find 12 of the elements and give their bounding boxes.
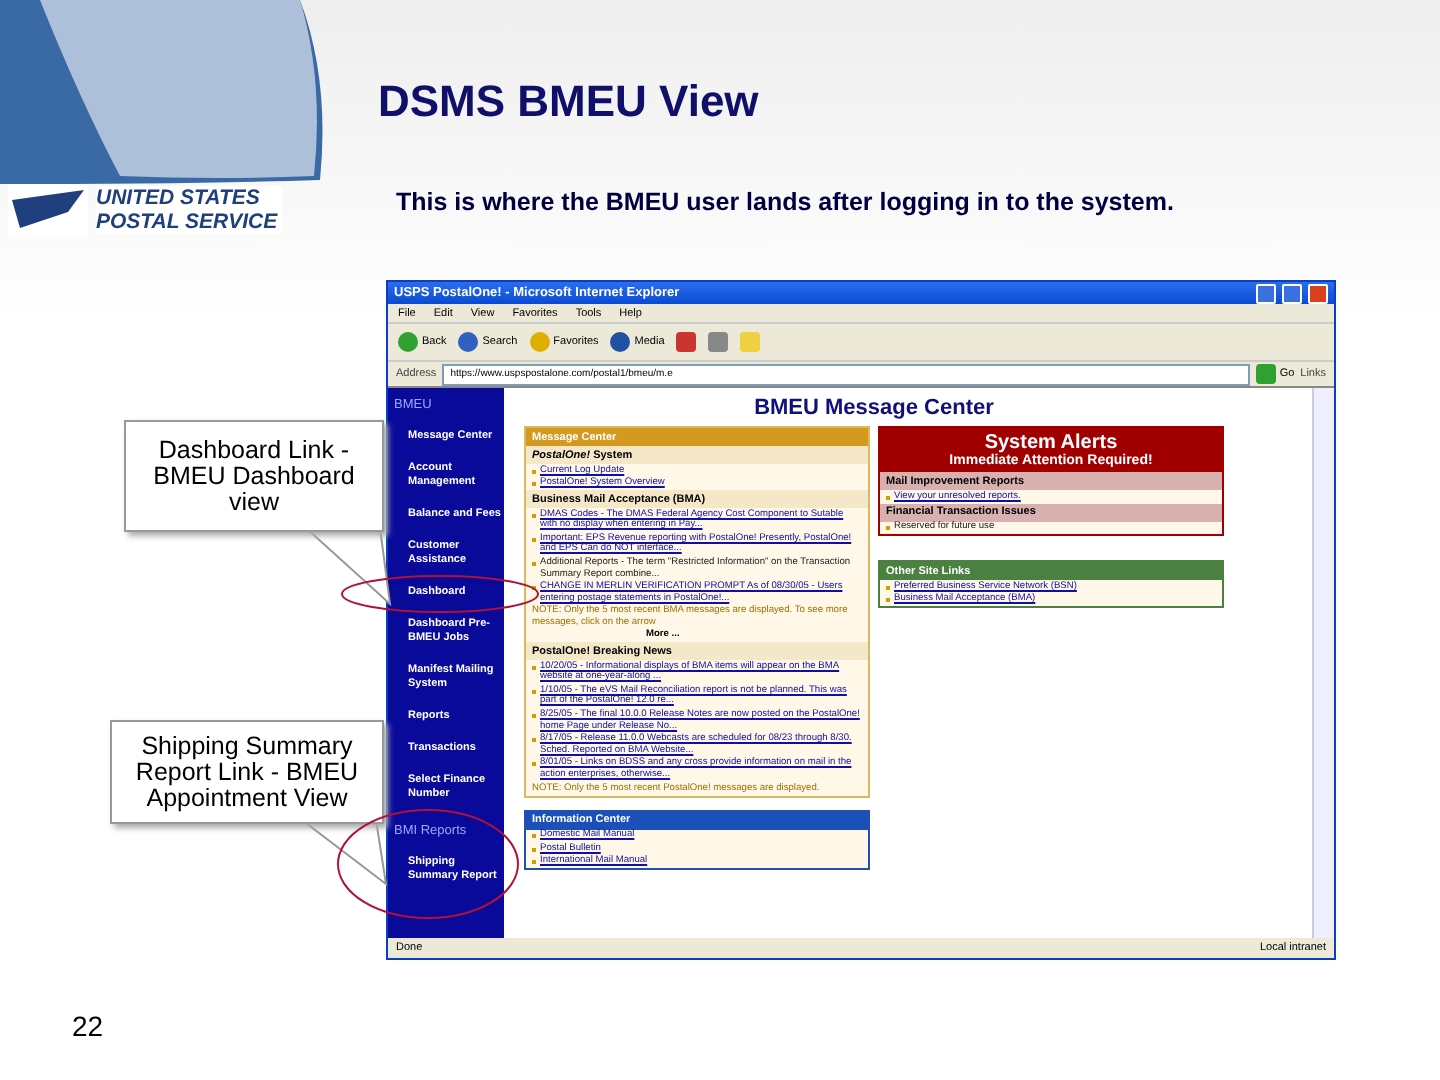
maximize-button[interactable] [1282, 283, 1302, 303]
scrollbar[interactable] [1312, 388, 1334, 938]
page-heading: BMEU Message Center [752, 396, 996, 420]
page-number: 22 [72, 1010, 106, 1046]
alerts-title: System Alerts [984, 432, 1118, 454]
logo-text: POSTAL SERVICE [96, 210, 278, 234]
slide-title: DSMS BMEU View [378, 76, 761, 130]
logo-text: UNITED STATES [96, 186, 262, 210]
minimize-button[interactable] [1256, 283, 1276, 303]
slide-subtitle: This is where the BMEU user lands after logging in to the system. [396, 188, 1176, 220]
callout-pointer [300, 818, 388, 886]
close-button[interactable] [1308, 283, 1328, 303]
